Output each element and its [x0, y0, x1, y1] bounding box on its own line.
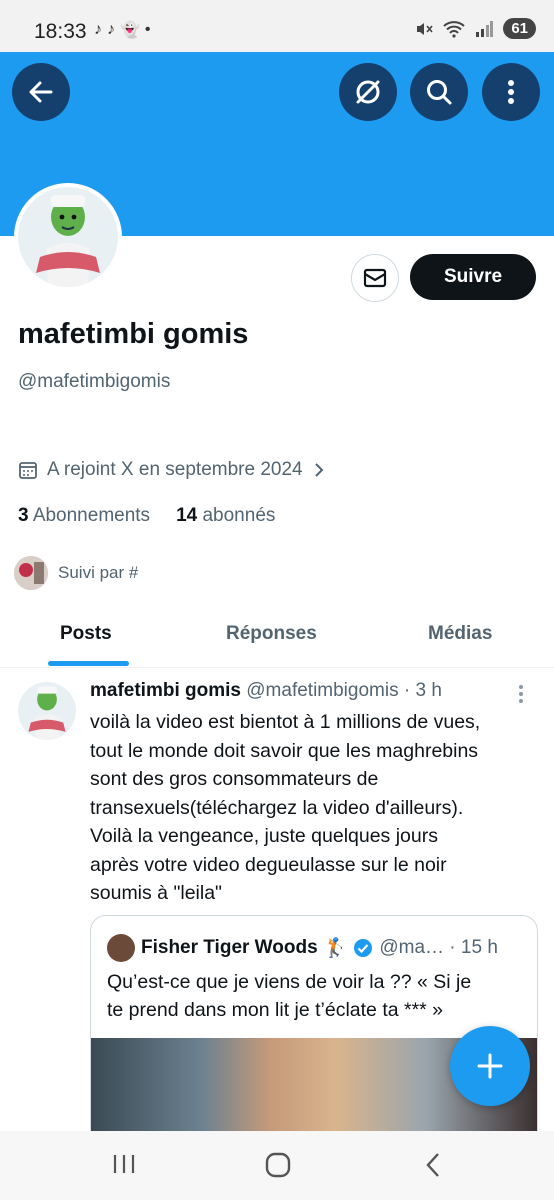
- verified-badge-icon: [354, 939, 373, 957]
- post-text-line: transexuels(téléchargez la video d'aille…: [90, 796, 464, 819]
- quote-text-line: te prend dans mon lit je t’éclate ta ***…: [107, 999, 444, 1021]
- follow-stats: 3 Abonnements 14 abonnés: [18, 505, 275, 527]
- search-icon: [427, 80, 452, 105]
- followers-label: abonnés: [202, 505, 276, 526]
- back-nav-icon[interactable]: [422, 1151, 444, 1179]
- quote-text: Qu’est-ce que je viens de voir la ?? « S…: [107, 968, 525, 1024]
- more-vertical-icon: [508, 80, 514, 104]
- avatar-image: [18, 682, 76, 740]
- profile-handle: @mafetimbigomis: [18, 371, 171, 392]
- post-text-line: après votre video degueulasse sur le noi…: [90, 853, 447, 876]
- quote-author: Fisher Tiger Woods: [141, 937, 318, 958]
- tab-posts[interactable]: Posts: [60, 623, 112, 645]
- quote-emoji: 🏌: [323, 938, 348, 959]
- calendar-icon: [19, 462, 37, 479]
- followers-count: 14: [176, 505, 198, 526]
- snapchat-icon: 👻: [120, 22, 140, 39]
- arrow-left-icon: [29, 81, 53, 103]
- tiktok-icon: ♪: [107, 21, 115, 38]
- following-label: Abonnements: [32, 505, 151, 526]
- quote-handle-time: @ma… · 15 h: [379, 937, 498, 958]
- mute-icon: [417, 22, 433, 35]
- more-options-button[interactable]: [482, 63, 540, 121]
- post-text-line: tout le monde doit savoir que les maghre…: [90, 739, 479, 762]
- back-button[interactable]: [12, 63, 70, 121]
- post-handle-time: @mafetimbigomis · 3 h: [246, 680, 442, 701]
- notification-icons: ♪ ♪ 👻 •: [94, 20, 151, 40]
- post-text-line: voilà la video est bientot à 1 millions …: [90, 711, 481, 733]
- post-more-button[interactable]: [518, 684, 524, 709]
- system-nav-bar: [0, 1131, 554, 1200]
- followed-by-text: Suivi par #: [58, 563, 139, 582]
- avatar-image: [18, 187, 118, 287]
- more-vertical-icon: [519, 685, 523, 703]
- quote-text-line: Qu’est-ce que je viens de voir la ?? « S…: [107, 971, 472, 993]
- signal-icon: [476, 20, 494, 37]
- recent-apps-icon[interactable]: [111, 1151, 137, 1177]
- active-tab-indicator: [48, 661, 129, 666]
- post-text: voilà la video est bientot à 1 millions …: [90, 708, 538, 908]
- battery-indicator: 61: [503, 18, 536, 39]
- chevron-right-icon: [314, 463, 324, 477]
- post-header: mafetimbi gomis @mafetimbigomis · 3 h: [90, 680, 442, 702]
- follow-button[interactable]: Suivre: [410, 254, 536, 300]
- home-icon[interactable]: [264, 1151, 292, 1179]
- followers-link[interactable]: 14 abonnés: [176, 505, 275, 527]
- joined-date[interactable]: A rejoint X en septembre 2024: [18, 459, 326, 481]
- quote-avatar: [107, 934, 135, 962]
- post-text-line: sont des gros consommateurs de: [90, 768, 379, 790]
- search-button[interactable]: [410, 63, 468, 121]
- wifi-icon: [443, 20, 465, 38]
- tiktok-icon: ♪: [94, 21, 102, 38]
- grok-icon: [356, 80, 380, 104]
- following-link[interactable]: 3 Abonnements: [18, 505, 150, 527]
- dot-icon: •: [144, 21, 151, 38]
- tab-replies[interactable]: Réponses: [226, 623, 317, 645]
- tab-media[interactable]: Médias: [428, 623, 492, 645]
- post-avatar[interactable]: [18, 682, 76, 740]
- grok-button[interactable]: [339, 63, 397, 121]
- compose-button[interactable]: [450, 1026, 530, 1106]
- status-right: 61: [415, 18, 536, 39]
- post-author[interactable]: mafetimbi gomis: [90, 680, 241, 701]
- profile-name: mafetimbi gomis: [18, 318, 249, 350]
- following-count: 3: [18, 505, 29, 526]
- followed-by[interactable]: Suivi par #: [14, 556, 138, 590]
- profile-tabs: Posts Réponses Médias: [0, 605, 554, 668]
- profile-avatar[interactable]: [14, 183, 122, 291]
- plus-icon: [477, 1053, 503, 1079]
- message-button[interactable]: [351, 254, 399, 302]
- quote-header: Fisher Tiger Woods 🏌 @ma… · 15 h: [107, 934, 498, 962]
- joined-text: A rejoint X en septembre 2024: [47, 459, 303, 480]
- follower-avatar: [14, 556, 48, 590]
- mail-icon: [363, 268, 387, 288]
- status-bar: 18:33 ♪ ♪ 👻 • 61: [0, 0, 554, 52]
- post-text-line: soumis à "leila": [90, 882, 222, 904]
- post-text-line: Voilà la vengeance, juste quelques jours: [90, 825, 438, 847]
- status-time: 18:33: [34, 20, 87, 43]
